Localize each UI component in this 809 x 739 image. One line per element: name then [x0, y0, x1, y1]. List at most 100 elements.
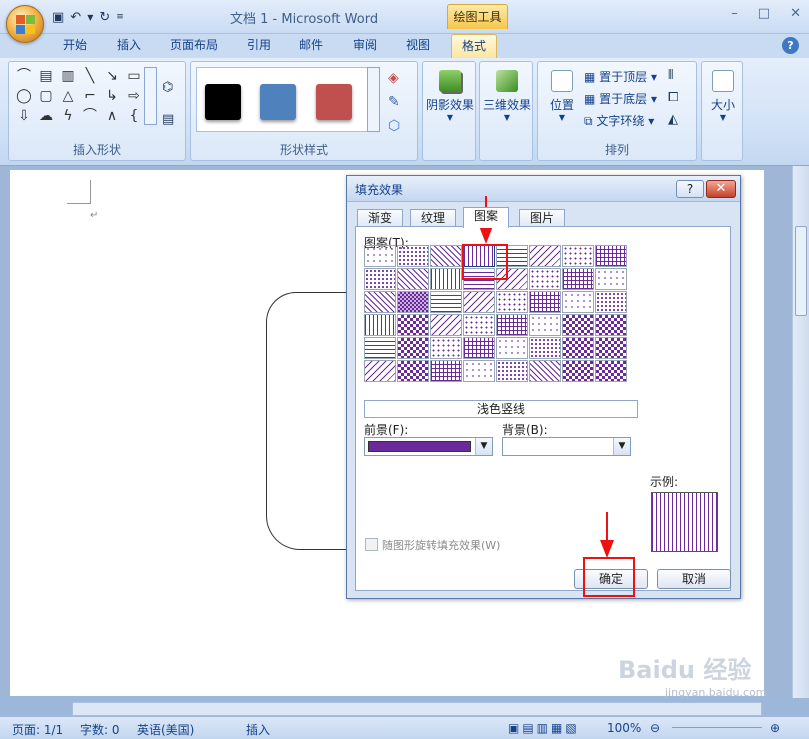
pattern-swatch[interactable]: [562, 268, 594, 290]
minimize-icon[interactable]: –: [731, 6, 738, 21]
rotate-icon[interactable]: ◭: [668, 112, 678, 127]
pattern-swatch[interactable]: [397, 360, 429, 382]
group-icon[interactable]: ⧠: [668, 90, 678, 105]
pattern-swatch[interactable]: [430, 245, 462, 267]
right-arrow-shape-icon[interactable]: ⇨: [124, 87, 144, 105]
pattern-swatch[interactable]: [595, 268, 627, 290]
dropdown-icon[interactable]: ▼: [87, 13, 93, 22]
zoom-level[interactable]: 100%: [607, 721, 641, 735]
foreground-color-select[interactable]: ▼: [364, 437, 493, 456]
cloud-shape-icon[interactable]: ☁: [36, 107, 56, 125]
pattern-swatch[interactable]: [463, 337, 495, 359]
tab-references[interactable]: 引用: [247, 36, 271, 53]
view-buttons-icon[interactable]: ▣▤▥▦▧: [508, 721, 580, 735]
help-icon[interactable]: ?: [782, 37, 799, 54]
save-icon[interactable]: ▣: [52, 10, 64, 25]
pattern-swatch[interactable]: [364, 360, 396, 382]
pattern-swatch[interactable]: [595, 291, 627, 313]
curve-shape-icon[interactable]: ⌒: [80, 107, 100, 125]
pattern-swatch[interactable]: [562, 337, 594, 359]
3d-effects-button[interactable]: 三维效果 ▼: [482, 70, 532, 122]
pattern-swatch[interactable]: [562, 291, 594, 313]
pattern-swatch[interactable]: [364, 245, 396, 267]
oval-shape-icon[interactable]: ◯: [14, 87, 34, 105]
zoom-slider[interactable]: [672, 727, 762, 728]
tab-mailings[interactable]: 邮件: [299, 36, 323, 53]
tab-insert[interactable]: 插入: [117, 36, 141, 53]
pattern-swatch[interactable]: [496, 360, 528, 382]
horizontal-scrollbar[interactable]: [72, 702, 762, 716]
tab-view[interactable]: 视图: [406, 36, 430, 53]
pattern-swatch[interactable]: [463, 314, 495, 336]
pattern-swatch[interactable]: [496, 314, 528, 336]
pattern-swatch[interactable]: [364, 314, 396, 336]
shapes-gallery-scroll[interactable]: [144, 67, 157, 125]
pattern-swatch[interactable]: [430, 268, 462, 290]
insert-mode[interactable]: 插入: [246, 721, 270, 738]
rounded-rect-icon[interactable]: ▢: [36, 87, 56, 105]
triangle-shape-icon[interactable]: △: [58, 87, 78, 105]
text-box-icon[interactable]: ▤: [162, 112, 174, 127]
send-to-back-button[interactable]: ▦ 置于底层 ▾: [584, 90, 657, 107]
pattern-swatch[interactable]: [397, 337, 429, 359]
style-swatch-blue[interactable]: [260, 84, 296, 120]
brace-shape-icon[interactable]: {: [124, 107, 144, 125]
pattern-swatch[interactable]: [397, 291, 429, 313]
down-arrow-shape-icon[interactable]: ⇩: [14, 107, 34, 125]
qat-customize-icon[interactable]: ≡: [116, 12, 124, 22]
freeform-shape-icon[interactable]: ∧: [102, 107, 122, 125]
office-button[interactable]: [6, 5, 44, 43]
change-shape-icon[interactable]: ⬡: [388, 118, 400, 134]
maximize-icon[interactable]: □: [758, 6, 770, 21]
lightning-shape-icon[interactable]: ϟ: [58, 107, 78, 125]
pattern-swatch[interactable]: [364, 291, 396, 313]
pattern-swatch[interactable]: [529, 245, 561, 267]
background-color-select[interactable]: ▼: [502, 437, 631, 456]
tab-page-layout[interactable]: 页面布局: [170, 36, 218, 53]
close-icon[interactable]: ✕: [790, 6, 801, 21]
position-button[interactable]: 位置 ▼: [542, 70, 582, 122]
zoom-out-icon[interactable]: ⊖: [650, 721, 660, 735]
word-count[interactable]: 字数: 0: [80, 721, 120, 738]
align-icon[interactable]: ⫴: [668, 68, 673, 83]
tab-gradient[interactable]: 渐变: [357, 209, 404, 227]
pattern-swatch[interactable]: [562, 314, 594, 336]
pattern-swatch[interactable]: [529, 314, 561, 336]
shadow-effects-button[interactable]: 阴影效果 ▼: [425, 70, 475, 122]
elbow-connector-icon[interactable]: ⌐: [80, 87, 100, 105]
pattern-swatch[interactable]: [562, 245, 594, 267]
edit-shape-icon[interactable]: ⌬: [162, 80, 173, 95]
cancel-button[interactable]: 取消: [657, 569, 731, 589]
pattern-swatch[interactable]: [463, 291, 495, 313]
pattern-swatch[interactable]: [529, 337, 561, 359]
rectangle-shape-icon[interactable]: ▭: [124, 67, 144, 85]
vertical-scrollbar[interactable]: [792, 166, 809, 698]
line-shape-icon[interactable]: ╲: [80, 67, 100, 85]
pattern-swatch[interactable]: [364, 337, 396, 359]
textbox-shape-icon[interactable]: ▤: [36, 67, 56, 85]
tab-texture[interactable]: 纹理: [410, 209, 457, 227]
redo-icon[interactable]: ↻: [99, 10, 110, 25]
pattern-swatch[interactable]: [529, 291, 561, 313]
pattern-swatch[interactable]: [397, 245, 429, 267]
fill-color-icon[interactable]: ◈: [388, 70, 399, 86]
pattern-swatch[interactable]: [430, 360, 462, 382]
pattern-swatch[interactable]: [430, 337, 462, 359]
pattern-swatch[interactable]: [595, 314, 627, 336]
pattern-swatch[interactable]: [496, 337, 528, 359]
tab-format[interactable]: 格式: [451, 34, 498, 58]
arrow-line-icon[interactable]: ↘: [102, 67, 122, 85]
text-wrapping-button[interactable]: ⧉ 文字环绕 ▾: [584, 112, 654, 129]
tab-review[interactable]: 审阅: [353, 36, 377, 53]
vertical-textbox-icon[interactable]: ▥: [58, 67, 78, 85]
arc-shape-icon[interactable]: ⌒: [14, 67, 34, 85]
pattern-swatch[interactable]: [364, 268, 396, 290]
tab-pattern[interactable]: 图案: [463, 207, 510, 228]
tab-picture[interactable]: 图片: [519, 209, 566, 227]
pattern-swatch[interactable]: [430, 291, 462, 313]
zoom-in-icon[interactable]: ⊕: [770, 721, 780, 735]
pattern-swatch[interactable]: [529, 360, 561, 382]
pattern-swatch[interactable]: [430, 314, 462, 336]
elbow-arrow-icon[interactable]: ↳: [102, 87, 122, 105]
pattern-swatch[interactable]: [397, 268, 429, 290]
